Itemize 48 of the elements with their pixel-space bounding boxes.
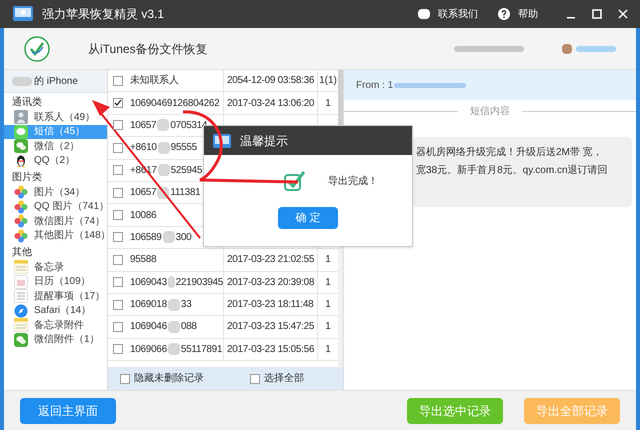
phone-number: 55117891 — [180, 342, 222, 357]
phone-number: 088 — [180, 320, 197, 334]
phone-number: 106589 — [130, 230, 162, 245]
option-label: 隐藏未删除记录 — [134, 372, 204, 386]
phone-number: 10690469126804262 — [130, 96, 220, 111]
phone-number: 525945 — [170, 164, 202, 178]
count-cell-text: 1 — [325, 342, 331, 357]
group-label: 其他 — [11, 246, 33, 260]
count-cell-text: 1 — [325, 276, 331, 290]
phone-number: 10657 — [130, 118, 156, 133]
phone-number: 111381 — [170, 186, 200, 200]
message-line: 宽38元。新手首月8元。qy.com.cn退订请回 — [416, 164, 608, 178]
phone-number: 300 — [176, 230, 192, 245]
phone-number: 95588 — [130, 253, 156, 268]
message-line: 器机房网络升级完成！升级后送2M带 宽， — [416, 146, 603, 160]
date-cell-text: 2017-03-23 15:47:25 — [227, 320, 314, 334]
device-name: 的 iPhone — [34, 74, 78, 88]
count-cell-text: 1 — [325, 96, 331, 111]
phone-number: 1069043 — [130, 276, 167, 290]
count-cell-text: 1 — [325, 253, 331, 268]
date-cell-text: 2017-03-23 21:02:55 — [227, 253, 314, 268]
window-title: 强力苹果恢复精灵 v3.1 — [42, 6, 164, 23]
phone-number: 未知联系人 — [130, 74, 179, 88]
date-cell-text: 2017-03-24 13:06:20 — [227, 96, 314, 111]
date-cell-text: 2017-03-23 20:39:08 — [227, 276, 314, 290]
option-label: 选择全部 — [264, 372, 304, 386]
page-title: 从iTunes备份文件恢复 — [88, 40, 208, 58]
phone-number: 10657 — [130, 186, 156, 200]
sender-label: From : 1 — [356, 78, 394, 92]
count-cell-text: 1(1) — [319, 74, 337, 88]
dialog-title: 温馨提示 — [240, 132, 288, 150]
dialog-message: 导出完成！ — [328, 174, 378, 188]
date-cell-text: 2054-12-09 03:58:36 — [227, 74, 314, 88]
phone-number: 95555 — [170, 141, 197, 156]
count-cell-text: 1 — [325, 320, 331, 334]
phone-number: 33 — [180, 298, 192, 312]
date-cell-text: 2017-03-23 15:05:56 — [227, 342, 314, 357]
phone-number: 1069066 — [130, 342, 167, 357]
phone-number: 1069046 — [130, 320, 167, 334]
phone-number: 10086 — [130, 208, 156, 223]
section-title: 短信内容 — [470, 104, 510, 119]
phone-number: +8610 — [130, 141, 157, 156]
phone-number: 1069018 — [130, 298, 167, 312]
group-label: 图片类 — [11, 171, 43, 185]
phone-number: 221903945 — [176, 276, 223, 290]
group-label: 通讯类 — [11, 96, 43, 110]
count-cell-text: 1 — [325, 298, 331, 312]
date-cell-text: 2017-03-23 18:11:48 — [227, 298, 314, 312]
